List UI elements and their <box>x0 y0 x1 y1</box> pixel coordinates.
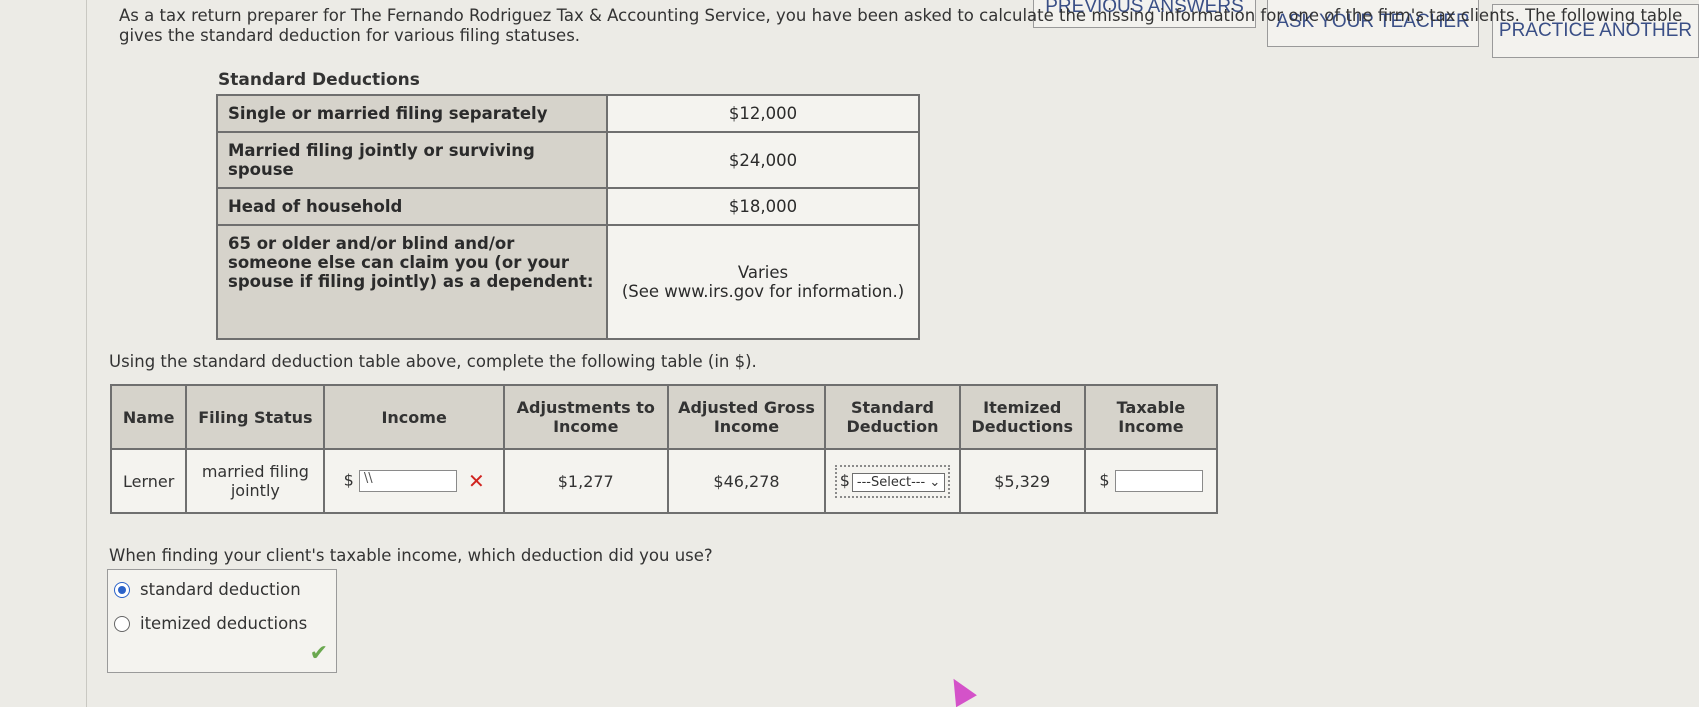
col-header-filing-status: Filing Status <box>185 384 326 450</box>
income-input[interactable]: \\ <box>358 470 457 492</box>
radio-unselected-icon[interactable] <box>114 615 130 632</box>
problem-intro: As a tax return preparer for The Fernand… <box>119 6 1683 45</box>
deduction-question: When finding your client's taxable incom… <box>109 546 713 565</box>
col-header-taxable-income: Taxable Income <box>1083 384 1219 450</box>
chevron-down-icon: ⌄ <box>929 474 941 490</box>
table-row: Head of household $18,000 <box>216 187 920 226</box>
filing-status-label: 65 or older and/or blind and/or someone … <box>216 224 608 340</box>
col-header-income: Income <box>323 384 505 450</box>
option-standard-deduction[interactable]: standard deduction <box>114 580 301 599</box>
agi-value: $46,278 <box>666 448 827 514</box>
deduction-value: $12,000 <box>606 94 920 133</box>
col-header-name: Name <box>109 384 188 450</box>
col-header-agi: Adjusted Gross Income <box>666 384 827 450</box>
table-row: Married filing jointly or surviving spou… <box>216 131 920 189</box>
taxable-income-input[interactable] <box>1114 470 1203 492</box>
page-edge <box>86 0 87 707</box>
client-name: Lerner <box>109 448 188 514</box>
option-label: itemized deductions <box>140 614 308 633</box>
col-header-adjustments: Adjustments to Income <box>502 384 669 450</box>
standard-deductions-title: Standard Deductions <box>218 70 420 90</box>
incorrect-x-icon: ✕ <box>467 469 485 493</box>
income-cell: $ \\ ✕ <box>323 448 505 514</box>
taxable-income-cell: $ <box>1083 448 1219 514</box>
client-filing-status: married filing jointly <box>185 448 326 514</box>
standard-deduction-select[interactable]: ---Select--- ⌄ <box>851 472 946 492</box>
radio-selected-icon[interactable] <box>114 581 130 598</box>
header-row: Name Filing Status Income Adjustments to… <box>109 384 1219 450</box>
standard-deductions-table: Single or married filing separately $12,… <box>216 94 920 340</box>
client-tax-table: Name Filing Status Income Adjustments to… <box>109 384 1219 514</box>
deduction-value: $24,000 <box>606 131 920 189</box>
select-value: ---Select--- <box>856 474 926 490</box>
deduction-value: Varies (See www.irs.gov for information.… <box>606 224 920 340</box>
table-row: Single or married filing separately $12,… <box>216 94 920 133</box>
dollar-prefix: $ <box>839 470 850 490</box>
deduction-options: standard deduction itemized deductions ✔ <box>107 569 337 673</box>
table-row: Lerner married filing jointly $ \\ ✕ $1,… <box>109 448 1219 514</box>
standard-deduction-select-wrap: $ ---Select--- ⌄ <box>834 464 951 498</box>
filing-status-label: Married filing jointly or surviving spou… <box>216 131 608 189</box>
col-header-standard-deduction: Standard Deduction <box>824 384 961 450</box>
correct-check-icon: ✔ <box>309 641 328 666</box>
adjustments-value: $1,277 <box>502 448 669 514</box>
dollar-prefix: $ <box>1099 470 1110 490</box>
table-row: 65 or older and/or blind and/or someone … <box>216 224 920 340</box>
dollar-prefix: $ <box>343 470 354 490</box>
option-label: standard deduction <box>140 580 301 599</box>
filing-status-label: Head of household <box>216 187 608 226</box>
table-instruction: Using the standard deduction table above… <box>109 352 757 371</box>
option-itemized-deductions[interactable]: itemized deductions <box>114 614 307 633</box>
standard-deduction-cell: $ ---Select--- ⌄ <box>824 448 961 514</box>
filing-status-label: Single or married filing separately <box>216 94 608 133</box>
mouse-cursor-icon <box>943 672 977 707</box>
deduction-value: $18,000 <box>606 187 920 226</box>
itemized-value: $5,329 <box>958 448 1086 514</box>
col-header-itemized: Itemized Deductions <box>958 384 1086 450</box>
